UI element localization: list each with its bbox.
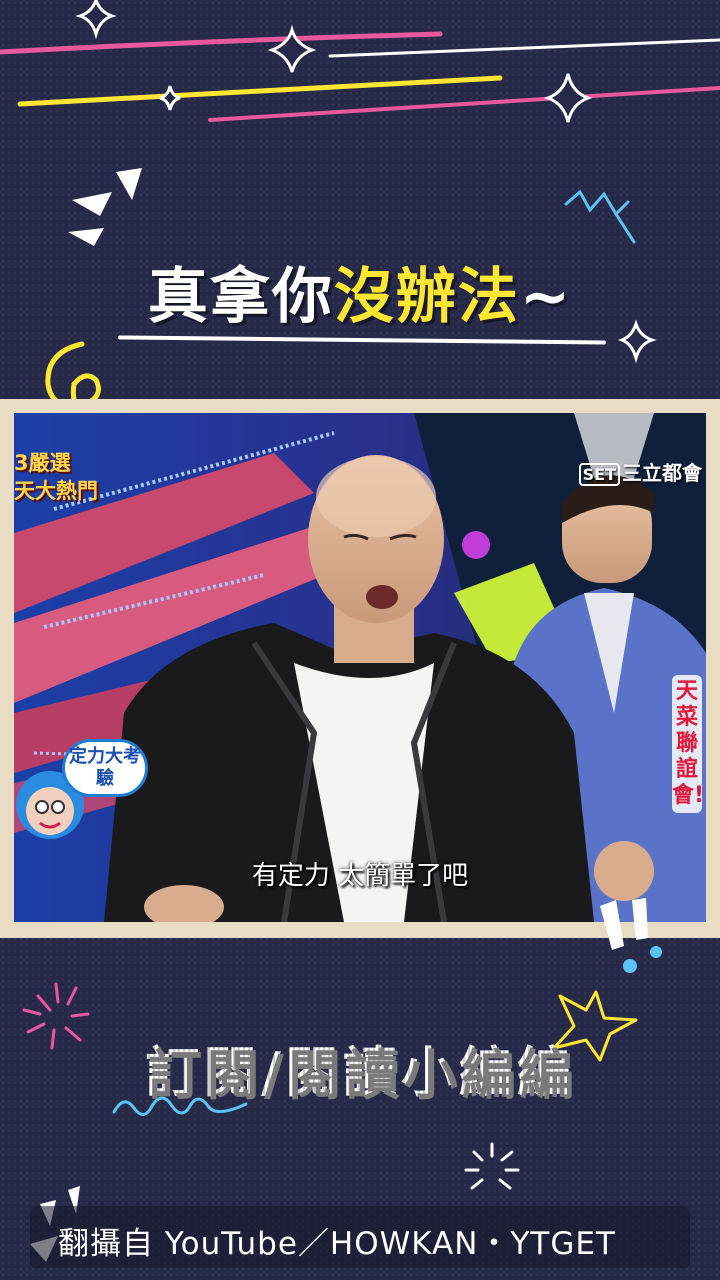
- headline: 真拿你沒辦法~: [0, 248, 720, 335]
- segment-bubble: 定力大考驗: [62, 739, 148, 797]
- video-subtitle: 有定力 太簡單了吧: [251, 861, 469, 891]
- video-frame-image: [14, 413, 706, 922]
- program-bug: 3嚴選 天大熱門: [14, 449, 98, 505]
- show-side-title: 天菜聯誼會!: [672, 675, 704, 813]
- headline-yellow-part: 沒辦法: [333, 262, 520, 332]
- headline-tilde: ~: [519, 262, 573, 332]
- headline-white-part: 真拿你: [147, 262, 334, 332]
- section-title-text: 訂閱/閱讀小編編: [145, 1041, 575, 1104]
- channel-logo: SET: [578, 463, 620, 486]
- squiggle-icon: [564, 189, 630, 217]
- program-bug-line2: 天大熱門: [14, 479, 98, 503]
- channel-bug: SET 三立都會: [578, 457, 702, 486]
- credit-text: 翻攝自 YouTube／HOWKAN・YTGET: [58, 1226, 616, 1262]
- sparkle-dashes-icon: [464, 1142, 520, 1190]
- burst-icon: [68, 168, 142, 246]
- video-player[interactable]: 3嚴選 天大熱門 SET 三立都會 天菜聯誼會! 定力大考驗 有定力 太簡單了吧: [14, 413, 706, 922]
- channel-name: 三立都會: [622, 461, 702, 485]
- video-frame: 3嚴選 天大熱門 SET 三立都會 天菜聯誼會! 定力大考驗 有定力 太簡單了吧: [0, 399, 720, 938]
- program-bug-line1: 3嚴選: [14, 451, 71, 475]
- section-title: 訂閱/閱讀小編編: [0, 1028, 720, 1107]
